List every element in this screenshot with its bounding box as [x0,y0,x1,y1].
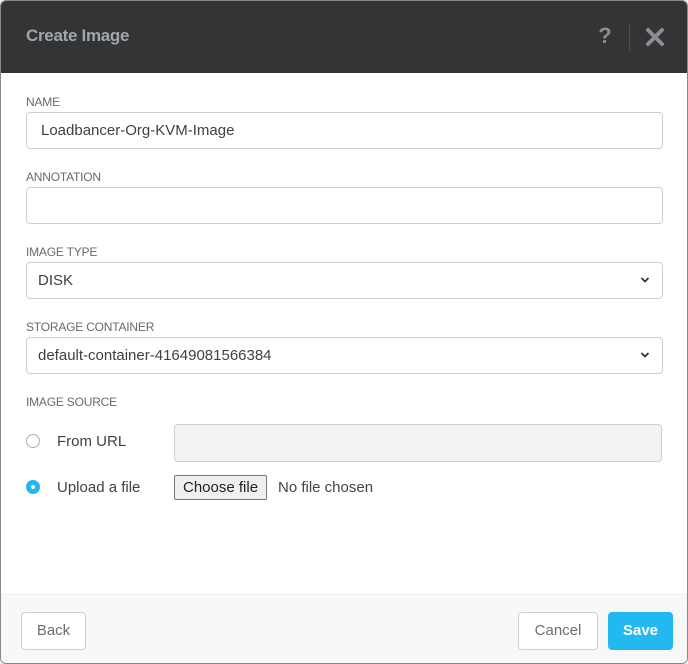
annotation-label: ANNOTATION [26,170,101,184]
from-url-radio[interactable] [26,434,40,448]
dialog-title: Create Image [26,26,130,45]
storage-container-select[interactable]: default-container-41649081566384 [26,337,663,374]
create-image-dialog: Create Image ? NAME Loadbancer-Org-KVM-I… [0,0,688,664]
back-button[interactable]: Back [21,612,86,650]
chevron-down-icon [640,277,650,283]
close-icon[interactable] [644,26,666,48]
image-type-label: IMAGE TYPE [26,245,98,259]
upload-file-label: Upload a file [57,479,141,496]
name-input[interactable]: Loadbancer-Org-KVM-Image [26,112,663,149]
help-icon[interactable]: ? [595,23,615,49]
choose-file-button[interactable]: Choose file [174,475,268,500]
storage-container-value: default-container-41649081566384 [38,347,272,364]
header-divider [629,23,630,51]
dialog-body: NAME Loadbancer-Org-KVM-Image ANNOTATION… [1,73,687,593]
file-status: No file chosen [278,479,374,496]
dialog-footer: Back Cancel Save [1,594,687,663]
cancel-button[interactable]: Cancel [518,612,598,650]
storage-container-label: STORAGE CONTAINER [26,320,155,334]
annotation-input[interactable] [26,187,663,224]
chevron-down-icon [640,352,650,358]
from-url-label: From URL [57,433,127,450]
upload-file-radio[interactable] [26,480,40,494]
url-input[interactable] [174,424,662,462]
name-label: NAME [26,95,60,109]
image-type-select[interactable]: DISK [26,262,663,299]
dialog-header: Create Image ? [1,1,687,73]
save-button[interactable]: Save [608,612,673,650]
image-type-value: DISK [38,272,74,289]
image-source-label: IMAGE SOURCE [26,395,117,409]
